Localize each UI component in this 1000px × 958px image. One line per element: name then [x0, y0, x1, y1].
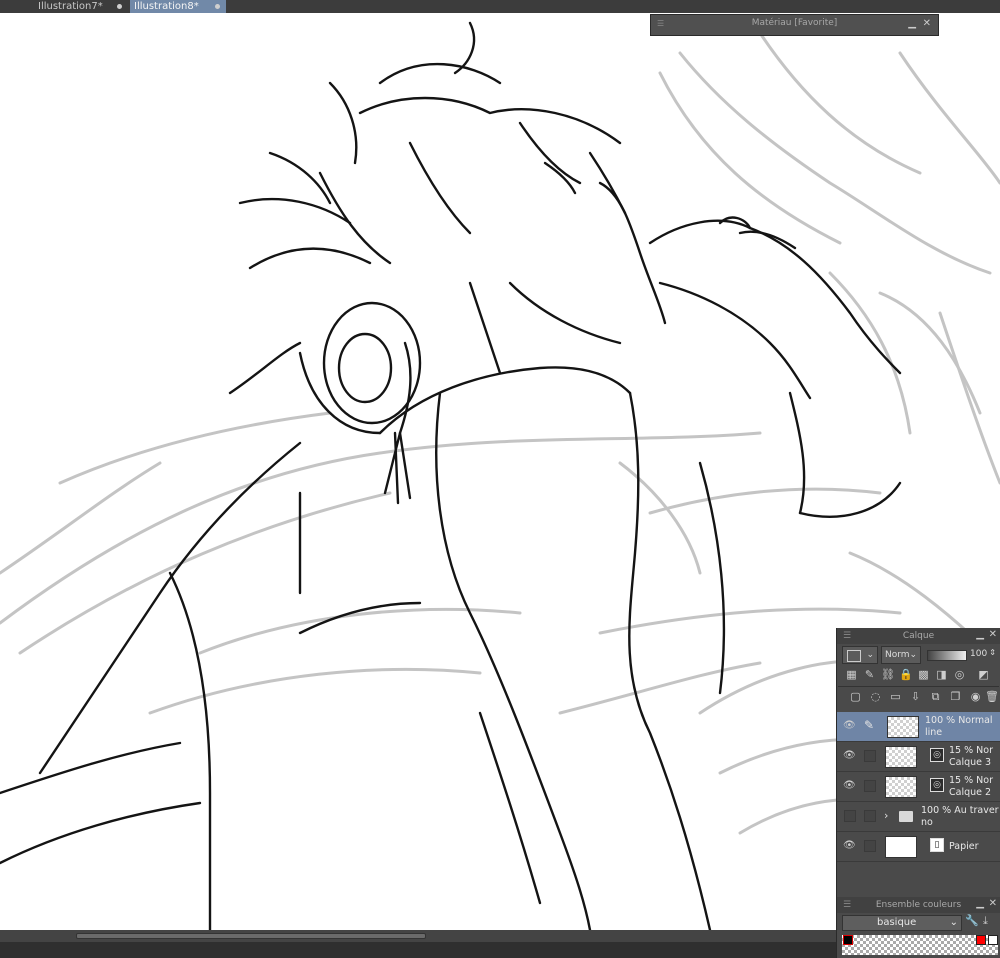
layer-name: Calque 2	[949, 787, 992, 798]
chevron-down-icon: ⌄	[949, 917, 958, 928]
new-raster-layer-icon[interactable]: ▢	[849, 690, 862, 703]
new-folder-icon[interactable]: ▭	[889, 690, 902, 703]
eye-icon[interactable]: 👁	[843, 720, 856, 732]
chevron-down-icon: ⌄	[909, 650, 917, 660]
opacity-field[interactable]: 100 ⇕	[967, 646, 997, 664]
color-panel-header[interactable]: ☰ Ensemble couleurs ▁ ✕	[837, 897, 1000, 913]
layer-name: no	[921, 817, 933, 828]
layer-row-calque-2[interactable]: 👁 ◎ 15 % Nor Calque 2	[837, 772, 1000, 802]
tab-illustration8[interactable]: Illustration8*	[130, 0, 226, 13]
swatch-white[interactable]	[988, 935, 998, 945]
layer-thumbnail	[887, 716, 919, 738]
merge-icon[interactable]: ⧉	[929, 690, 942, 703]
layer-name: Papier	[949, 841, 979, 852]
trash-icon[interactable]: 🗑	[985, 690, 999, 703]
reference-layer-icon[interactable]: ▦	[845, 668, 858, 681]
draft-layer-icon[interactable]: ✎	[863, 668, 876, 681]
canvas-horizontal-scrollbar[interactable]	[0, 930, 836, 942]
lock-transparency-icon[interactable]: ▩	[917, 668, 930, 681]
swatch-black[interactable]	[843, 935, 853, 945]
close-icon[interactable]: ✕	[989, 898, 997, 909]
layer-row-paper[interactable]: 👁 ▯ Papier	[837, 832, 1000, 862]
paper-layer-icon: ▯	[930, 838, 944, 852]
mask-icon[interactable]: ◨	[935, 668, 948, 681]
layer-row-line[interactable]: 👁 ✎ 100 % Normal line	[837, 712, 1000, 742]
layer-color-icon[interactable]: ◩	[977, 668, 990, 681]
duplicate-icon[interactable]: ❐	[949, 690, 962, 703]
edit-toggle[interactable]	[864, 780, 876, 792]
wrench-icon[interactable]: 🔧	[965, 914, 979, 927]
save-icon[interactable]: ⤓	[983, 914, 988, 928]
mask-layer-icon: ◎	[930, 778, 944, 792]
new-vector-layer-icon[interactable]: ◌	[869, 690, 882, 703]
close-icon[interactable]: ✕	[989, 629, 997, 640]
material-panel-title: Matériau [Favorite]	[751, 18, 838, 28]
material-panel[interactable]: ☰ Matériau [Favorite] ▁ ✕	[650, 14, 939, 36]
edit-toggle[interactable]	[864, 810, 876, 822]
layer-name: line	[925, 727, 943, 738]
lock-icon[interactable]: 🔒	[899, 668, 913, 681]
tab-illustration7[interactable]: Illustration7*	[0, 0, 128, 13]
layer-thumbnail	[885, 836, 917, 858]
minimize-icon[interactable]: ▁	[976, 629, 984, 640]
close-icon[interactable]: ✕	[923, 17, 931, 31]
layer-color-dropdown[interactable]: ⌄	[842, 646, 878, 664]
transfer-down-icon[interactable]: ⇩	[909, 690, 922, 703]
ruler-icon[interactable]: ◎	[953, 668, 966, 681]
pen-icon[interactable]: ✎	[864, 718, 874, 732]
layer-thumbnail	[885, 776, 917, 798]
visibility-toggle[interactable]	[844, 810, 856, 822]
color-set-panel: ☰ Ensemble couleurs ▁ ✕ basique ⌄ 🔧 ⤓	[836, 897, 1000, 958]
opacity-slider[interactable]	[927, 650, 967, 661]
layer-thumbnail	[885, 746, 917, 768]
blend-mode-dropdown[interactable]: Norm ⌄	[881, 646, 921, 664]
layer-row-calque-3[interactable]: 👁 ◎ 15 % Nor Calque 3	[837, 742, 1000, 772]
eye-icon[interactable]: 👁	[843, 750, 856, 762]
chevron-right-icon[interactable]: ›	[884, 809, 888, 822]
blend-mode-value: Norm	[885, 650, 910, 660]
scrollbar-thumb[interactable]	[76, 933, 426, 939]
clip-icon[interactable]: ⛓	[881, 668, 895, 681]
eye-icon[interactable]: 👁	[843, 780, 856, 792]
opacity-value: 100	[970, 649, 988, 659]
folder-icon	[899, 811, 913, 822]
document-tab-bar: Illustration7* Illustration8*	[0, 0, 1000, 13]
minimize-icon[interactable]: ▁	[908, 17, 916, 31]
color-set-dropdown[interactable]: basique ⌄	[842, 915, 962, 931]
square-icon	[847, 650, 861, 662]
tab-label: Illustration8*	[134, 1, 199, 12]
color-set-name: basique	[877, 917, 917, 928]
layer-row-folder[interactable]: › 100 % Au travers no	[837, 802, 1000, 832]
tab-label: Illustration7*	[38, 1, 103, 12]
eye-icon[interactable]: 👁	[843, 840, 856, 852]
layer-panel-header[interactable]: ☰ Calque ▁ ✕	[837, 628, 1000, 644]
edit-toggle[interactable]	[864, 750, 876, 762]
chevron-down-icon: ⌄	[866, 650, 874, 660]
swatch-red[interactable]	[976, 935, 986, 945]
minimize-icon[interactable]: ▁	[976, 898, 984, 909]
mask-add-icon[interactable]: ◉	[969, 690, 982, 703]
edit-toggle[interactable]	[864, 840, 876, 852]
tab-close-dot-icon[interactable]	[117, 4, 122, 9]
status-bar	[0, 942, 836, 958]
mask-layer-icon: ◎	[930, 748, 944, 762]
color-swatch-grid[interactable]	[842, 935, 998, 955]
divider	[838, 686, 999, 687]
tab-close-dot-icon[interactable]	[215, 4, 220, 9]
stepper-icon[interactable]: ⇕	[989, 645, 996, 661]
layer-name: Calque 3	[949, 757, 992, 768]
